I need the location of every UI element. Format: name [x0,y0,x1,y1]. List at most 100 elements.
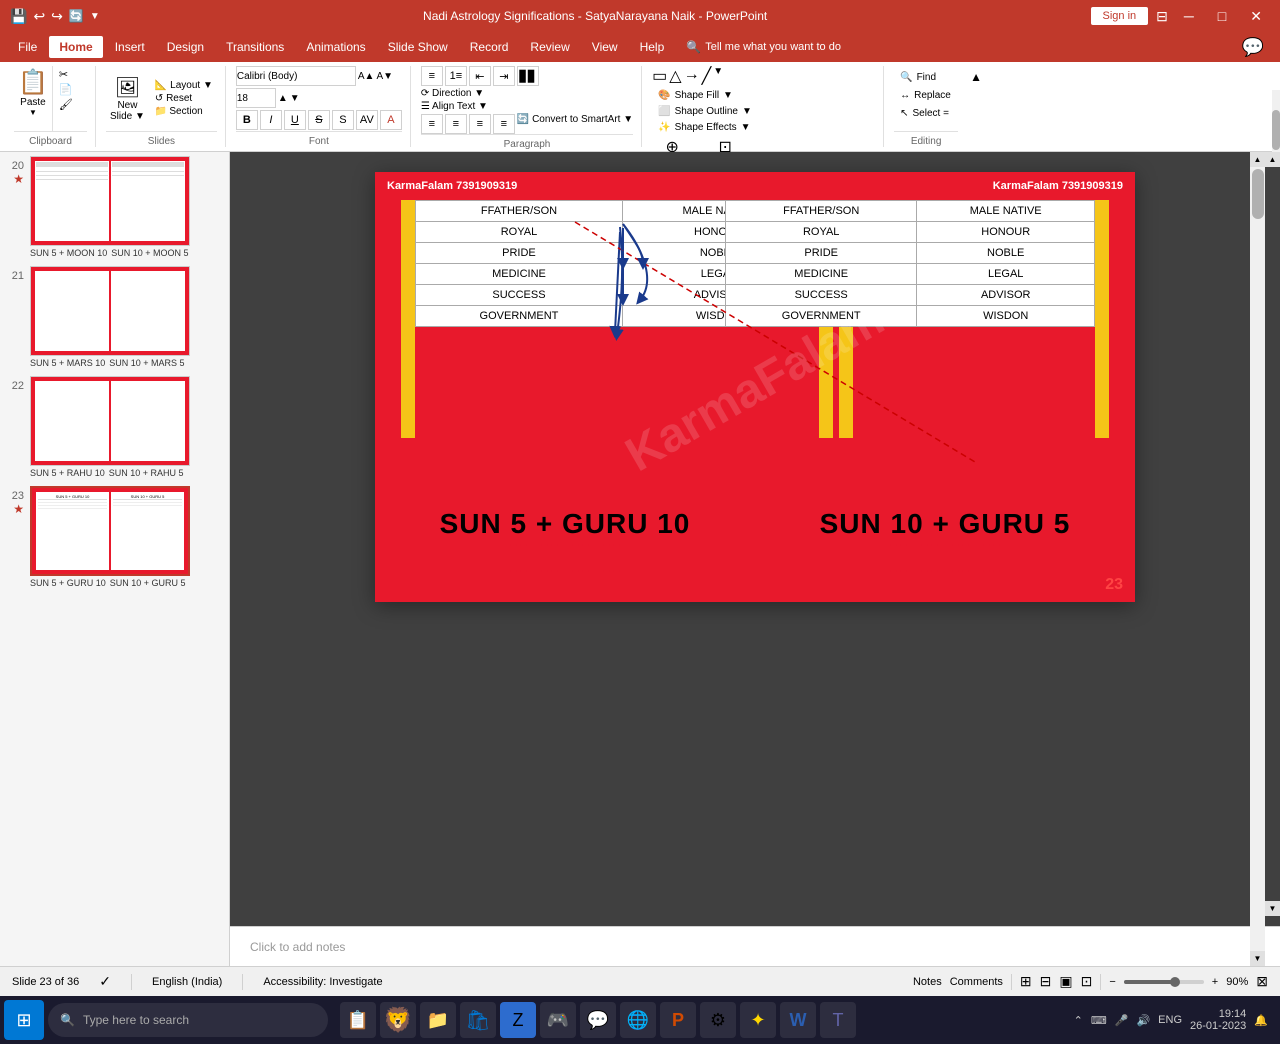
shape-fill-button[interactable]: 🎨 Shape Fill ▼ [652,88,758,103]
text-direction-button[interactable]: ⟳ Direction ▼ [421,88,484,99]
notes-button[interactable]: Notes [913,976,942,988]
notification-icon[interactable]: 🔔 [1254,1014,1268,1027]
redo-icon[interactable]: ↪ [51,8,63,25]
undo-icon[interactable]: ↩ [33,8,45,25]
zoom-thumb[interactable] [1170,977,1180,987]
taskbar-app-store[interactable]: 🛍 [460,1002,496,1038]
shape-outline-button[interactable]: ⬜ Shape Outline ▼ [652,104,758,119]
menu-review[interactable]: Review [520,36,579,58]
zoom-out-button[interactable]: − [1109,976,1115,988]
spell-check-icon[interactable]: ✓ [99,973,111,990]
shape-effects-button[interactable]: ✨ Shape Effects ▼ [652,120,758,135]
align-right-button[interactable]: ≡ [469,114,491,134]
taskbar-search[interactable]: 🔍 Type here to search [48,1003,328,1037]
taskbar-app-chrome[interactable]: 🌐 [620,1002,656,1038]
comments-icon[interactable]: 💬 [1234,37,1272,58]
menu-home[interactable]: Home [49,36,102,58]
line-shape[interactable]: ╱ [702,66,712,86]
comments-button[interactable]: Comments [950,976,1003,988]
maximize-button[interactable]: □ [1210,8,1234,24]
replace-button[interactable]: ↔ Replace [894,88,957,103]
menu-view[interactable]: View [582,36,628,58]
vertical-scrollbar[interactable]: ▲ ▼ [1250,152,1265,966]
taskbar-app-game[interactable]: 🎮 [540,1002,576,1038]
bullets-button[interactable]: ≡ [421,66,443,86]
layout-button[interactable]: 📐 Layout ▼ [155,80,213,91]
copy-button[interactable]: 📄 [59,83,73,96]
taskbar-keyboard-icon[interactable]: ⌨ [1091,1014,1107,1027]
zoom-slider[interactable] [1124,980,1204,984]
font-grow-button[interactable]: A▲ [358,71,375,82]
taskbar-mic-icon[interactable]: 🎤 [1115,1014,1129,1027]
view-normal-button[interactable]: ⊞ [1020,973,1032,990]
menu-transitions[interactable]: Transitions [216,36,294,58]
scroll-bottom-arrow[interactable]: ▼ [1250,951,1265,966]
menu-insert[interactable]: Insert [105,36,155,58]
fit-window-button[interactable]: ⊠ [1256,973,1268,990]
convert-smartart-button[interactable]: 🔄 Convert to SmartArt ▼ [517,114,633,134]
decrease-indent-button[interactable]: ⇤ [469,66,491,86]
menu-help[interactable]: Help [630,36,675,58]
slide-thumb-21[interactable]: 21 SUN 5 + MARS 10 SUN 10 + MARS 5 [4,266,225,368]
zoom-level[interactable]: 90% [1226,976,1248,988]
taskbar-app-explorer[interactable]: 📁 [420,1002,456,1038]
taskbar-arrow-icon[interactable]: ⌃ [1074,1014,1083,1027]
font-size-input[interactable] [236,88,276,108]
find-button[interactable]: 🔍 Find [894,70,957,85]
scroll-up-button[interactable]: ▲ [1265,152,1280,167]
scroll-down-button[interactable]: ▼ [1265,901,1280,916]
align-center-button[interactable]: ≡ [445,114,467,134]
reset-button[interactable]: ↺ Reset [155,93,213,104]
view-outline-button[interactable]: ⊟ [1040,973,1052,990]
menu-slideshow[interactable]: Slide Show [378,36,458,58]
bold-button[interactable]: B [236,110,258,130]
underline-button[interactable]: U [284,110,306,130]
shadow-button[interactable]: S [332,110,354,130]
menu-animations[interactable]: Animations [296,36,375,58]
taskbar-app-word[interactable]: W [780,1002,816,1038]
slide-thumb-20[interactable]: 20 ★ [4,156,225,258]
close-button[interactable]: ✕ [1242,8,1270,25]
fontcolor-button[interactable]: A [380,110,402,130]
notes-area[interactable]: Click to add notes [230,926,1280,966]
font-name-input[interactable] [236,66,356,86]
section-button[interactable]: 📁 Section [155,106,213,117]
italic-button[interactable]: I [260,110,282,130]
taskbar-clock[interactable]: 19:14 26-01-2023 [1190,1008,1246,1032]
view-slide-button[interactable]: ▣ [1059,973,1072,990]
taskbar-app-teams[interactable]: T [820,1002,856,1038]
slide-thumb-22[interactable]: 22 SUN 5 + RAHU 10 SUN 10 + RAHU 5 [4,376,225,478]
menu-design[interactable]: Design [157,36,214,58]
ribbon-collapse-button[interactable]: ▲ [968,66,984,147]
save-icon[interactable]: 💾 [10,8,27,25]
arrow-shape[interactable]: → [684,66,700,86]
taskbar-app-zoom[interactable]: Z [500,1002,536,1038]
justify-button[interactable]: ≡ [493,114,515,134]
cut-button[interactable]: ✂ [59,68,73,81]
charspacing-button[interactable]: AV [356,110,378,130]
taskbar-app-widget[interactable]: 📋 [340,1002,376,1038]
signin-button[interactable]: Sign in [1091,7,1149,25]
view-toggle-icon[interactable]: ⊟ [1156,8,1168,25]
taskbar-app-copilot[interactable]: ✦ [740,1002,776,1038]
select-button[interactable]: ↖ Select = [894,106,957,121]
align-left-button[interactable]: ≡ [421,114,443,134]
menu-record[interactable]: Record [460,36,519,58]
format-painter-button[interactable]: 🖌 [59,98,73,111]
zoom-in-button[interactable]: + [1212,976,1218,988]
taskbar-app-powerpoint[interactable]: P [660,1002,696,1038]
new-slide-button[interactable]: 🖼 New Slide ▼ [106,73,149,124]
scroll-top-arrow[interactable]: ▲ [1250,152,1265,167]
rectangle-shape[interactable]: ▭ [652,66,667,86]
numbering-button[interactable]: 1≡ [445,66,467,86]
taskbar-app-settings[interactable]: ⚙ [700,1002,736,1038]
search-field[interactable]: 🔍 Tell me what you want to do [686,40,841,54]
font-shrink-button[interactable]: A▼ [376,71,393,82]
minimize-button[interactable]: ─ [1176,8,1202,24]
increase-indent-button[interactable]: ⇥ [493,66,515,86]
paste-button[interactable]: 📋 Paste ▼ [14,66,53,131]
triangle-shape[interactable]: △ [669,66,681,86]
columns-button[interactable]: ▊▊ [517,66,539,86]
start-button[interactable]: ⊞ [4,1000,44,1040]
dropdown-icon[interactable]: ▼ [90,11,100,22]
